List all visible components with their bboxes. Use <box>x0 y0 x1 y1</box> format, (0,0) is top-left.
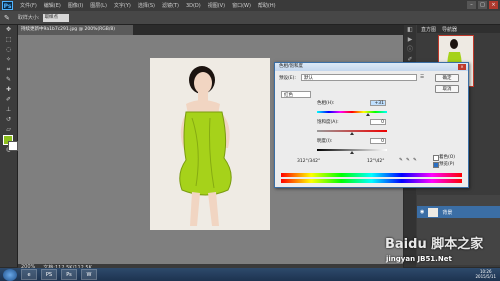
clock[interactable]: 10:26 2015/5/11 <box>475 269 496 279</box>
menu-filter[interactable]: 滤镜(T) <box>162 2 179 9</box>
saturation-label: 饱和度(A): <box>317 120 339 125</box>
menu-layer[interactable]: 图层(L) <box>90 2 107 9</box>
layer-name: 背景 <box>442 209 453 216</box>
menu-bar: Ps 文件(F) 编辑(E) 图像(I) 图层(L) 文字(Y) 选择(S) 滤… <box>0 0 500 11</box>
lasso-tool-icon[interactable]: ◌ <box>0 45 17 55</box>
hue-slider-thumb[interactable] <box>366 113 370 116</box>
info-panel-icon[interactable]: ⓘ <box>404 45 416 55</box>
taskbar-ps-pinned[interactable]: PS <box>41 269 57 280</box>
watermark: Baidu 脚本之家 <box>385 237 484 252</box>
taskbar-ie[interactable]: e <box>21 269 37 280</box>
saturation-value-input[interactable]: 0 <box>370 119 386 125</box>
hue-label: 色相(H): <box>317 101 335 106</box>
watermark-sub: jingyan JB51.Net <box>386 255 452 263</box>
range-right-readout: 12°\42° <box>367 159 385 164</box>
channel-select[interactable]: 红色 <box>281 91 311 98</box>
dialog-close-button[interactable]: × <box>458 64 466 70</box>
eyedropper-plus-icon[interactable]: ✎ <box>406 158 410 163</box>
eraser-tool-icon[interactable]: ▱ <box>0 125 17 135</box>
sample-size-select[interactable]: 取样点 <box>42 13 69 22</box>
preset-select[interactable]: 默认 <box>301 74 417 81</box>
maximize-button[interactable]: □ <box>478 1 487 9</box>
move-tool-icon[interactable]: ✥ <box>0 25 17 35</box>
cancel-button[interactable]: 取消 <box>435 85 459 93</box>
hue-saturation-dialog: 色相/饱和度 × 预设(E): 默认 ☰ 确定 取消 红色 色相(H): +31… <box>274 62 469 188</box>
start-button[interactable] <box>3 268 17 281</box>
dialog-title: 色相/饱和度 <box>275 63 468 71</box>
clock-date: 2015/5/11 <box>475 274 496 279</box>
document-photo[interactable] <box>150 58 270 230</box>
history-panel-icon[interactable]: ◧ <box>404 25 416 35</box>
preview-label: 预览(P) <box>439 162 455 167</box>
preset-menu-icon[interactable]: ☰ <box>420 75 424 80</box>
ok-button[interactable]: 确定 <box>435 74 459 82</box>
quick-select-tool-icon[interactable]: ✧ <box>0 55 17 65</box>
tab-histogram[interactable]: 直方图 <box>421 26 436 33</box>
menu-edit[interactable]: 编辑(E) <box>44 2 61 9</box>
color-bar-top <box>281 173 462 177</box>
eyedropper-icon[interactable]: ✎ <box>4 14 10 22</box>
model-photo-image <box>150 58 270 230</box>
options-bar: ✎ 取样大小: 取样点 <box>0 11 500 25</box>
minimize-button[interactable]: – <box>467 1 476 9</box>
tab-navigator[interactable]: 导航器 <box>442 26 457 33</box>
taskbar: e PS Ps W 10:26 2015/5/11 <box>0 268 500 281</box>
window-controls: – □ × <box>467 1 498 9</box>
photoshop-logo: Ps <box>2 1 13 10</box>
hue-slider[interactable] <box>317 111 387 113</box>
menu-window[interactable]: 窗口(W) <box>232 2 251 9</box>
menu-file[interactable]: 文件(F) <box>20 2 37 9</box>
colorize-label: 着色(O) <box>439 155 456 160</box>
hue-value-input[interactable]: +31 <box>370 100 386 106</box>
preset-label: 预设(E): <box>279 76 296 81</box>
eye-icon[interactable]: ◉ <box>420 209 424 215</box>
stamp-tool-icon[interactable]: ⊥ <box>0 105 17 115</box>
close-button[interactable]: × <box>489 1 498 9</box>
menu-3d[interactable]: 3D(D) <box>186 3 201 9</box>
color-bar-bottom[interactable] <box>281 179 462 183</box>
menu-select[interactable]: 选择(S) <box>138 2 155 9</box>
menu-image[interactable]: 图像(I) <box>68 2 83 9</box>
sample-size-label: 取样大小: <box>17 15 40 21</box>
healing-tool-icon[interactable]: ✚ <box>0 85 17 95</box>
document-tab[interactable]: 持续更新中9a1b7c291.jpg @ 200%(RGB/8) <box>18 25 133 35</box>
eyedropper-icon[interactable]: ✎ <box>399 158 403 163</box>
layer-thumbnail <box>428 207 439 217</box>
eyedropper-minus-icon[interactable]: ✎ <box>413 158 417 163</box>
lightness-slider-thumb[interactable] <box>350 151 354 154</box>
actions-panel-icon[interactable]: ▶ <box>404 35 416 45</box>
menu-view[interactable]: 视图(V) <box>208 2 225 9</box>
menu-type[interactable]: 文字(Y) <box>114 2 131 9</box>
history-brush-icon[interactable]: ↺ <box>0 115 17 125</box>
saturation-slider-thumb[interactable] <box>350 132 354 135</box>
marquee-tool-icon[interactable]: ⬚ <box>0 35 17 45</box>
background-color-swatch[interactable] <box>8 141 18 151</box>
lightness-label: 明度(I): <box>317 139 333 144</box>
taskbar-ps-active[interactable]: Ps <box>61 269 77 280</box>
layer-row-background[interactable]: ◉ 背景 <box>417 206 500 218</box>
eyedropper-tool-icon[interactable]: ✎ <box>0 75 17 85</box>
taskbar-word[interactable]: W <box>81 269 97 280</box>
range-left-readout: 312°/342° <box>297 159 321 164</box>
brush-tool-icon[interactable]: ✐ <box>0 95 17 105</box>
crop-tool-icon[interactable]: ⌗ <box>0 65 17 75</box>
navigator-tabs: 直方图 导航器 <box>417 25 500 33</box>
menu-help[interactable]: 帮助(H) <box>258 2 276 9</box>
lightness-value-input[interactable]: 0 <box>370 138 386 144</box>
